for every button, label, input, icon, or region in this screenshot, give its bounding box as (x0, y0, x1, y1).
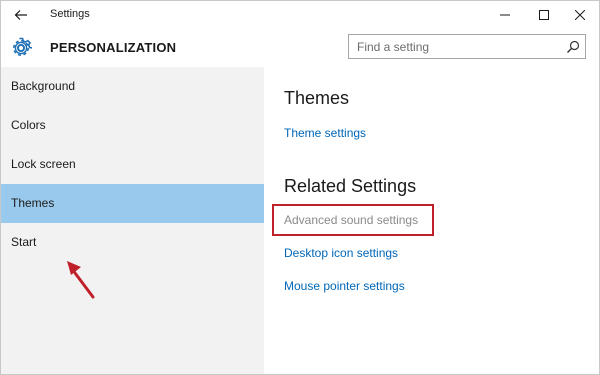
mouse-pointer-settings-link[interactable]: Mouse pointer settings (284, 279, 405, 293)
page-title: PERSONALIZATION (50, 40, 177, 55)
back-arrow-icon (14, 10, 27, 20)
sidebar-item-themes[interactable]: Themes (1, 184, 264, 223)
sidebar-item-start[interactable]: Start (1, 223, 264, 262)
settings-window: Settings PERSONALIZATION Find a setting … (0, 0, 600, 375)
search-box[interactable] (348, 34, 586, 59)
annotation-arrow-icon (67, 261, 95, 299)
sidebar-item-label: Themes (11, 196, 55, 210)
back-button[interactable] (9, 5, 33, 25)
sidebar-item-background[interactable]: Background (1, 67, 264, 106)
search-input[interactable] (357, 38, 557, 55)
advanced-sound-settings-link[interactable]: Advanced sound settings (284, 213, 418, 227)
sidebar-item-label: Lock screen (11, 157, 76, 171)
window-title: Settings (50, 8, 90, 20)
sidebar-item-label: Colors (11, 118, 46, 132)
sidebar-item-label: Background (11, 79, 76, 93)
theme-settings-link[interactable]: Theme settings (284, 126, 366, 140)
related-settings-heading: Related Settings (284, 176, 417, 196)
close-button[interactable] (563, 1, 597, 29)
maximize-icon (539, 10, 549, 20)
desktop-icon-settings-link[interactable]: Desktop icon settings (284, 246, 398, 260)
main-content: Themes Theme settings Related Settings A… (264, 67, 599, 374)
sidebar: Background Colors Lock screen Themes Sta… (1, 67, 264, 374)
themes-heading: Themes (284, 88, 350, 108)
search-icon[interactable] (566, 40, 580, 54)
sidebar-item-colors[interactable]: Colors (1, 106, 264, 145)
title-bar: Settings (1, 1, 599, 29)
minimize-icon (500, 14, 510, 16)
minimize-button[interactable] (488, 1, 522, 29)
page-header: PERSONALIZATION (1, 29, 599, 67)
sidebar-item-lock-screen[interactable]: Lock screen (1, 145, 264, 184)
gear-icon (10, 37, 33, 59)
sidebar-item-label: Start (11, 235, 37, 249)
maximize-button[interactable] (527, 1, 561, 29)
close-icon (575, 10, 585, 20)
